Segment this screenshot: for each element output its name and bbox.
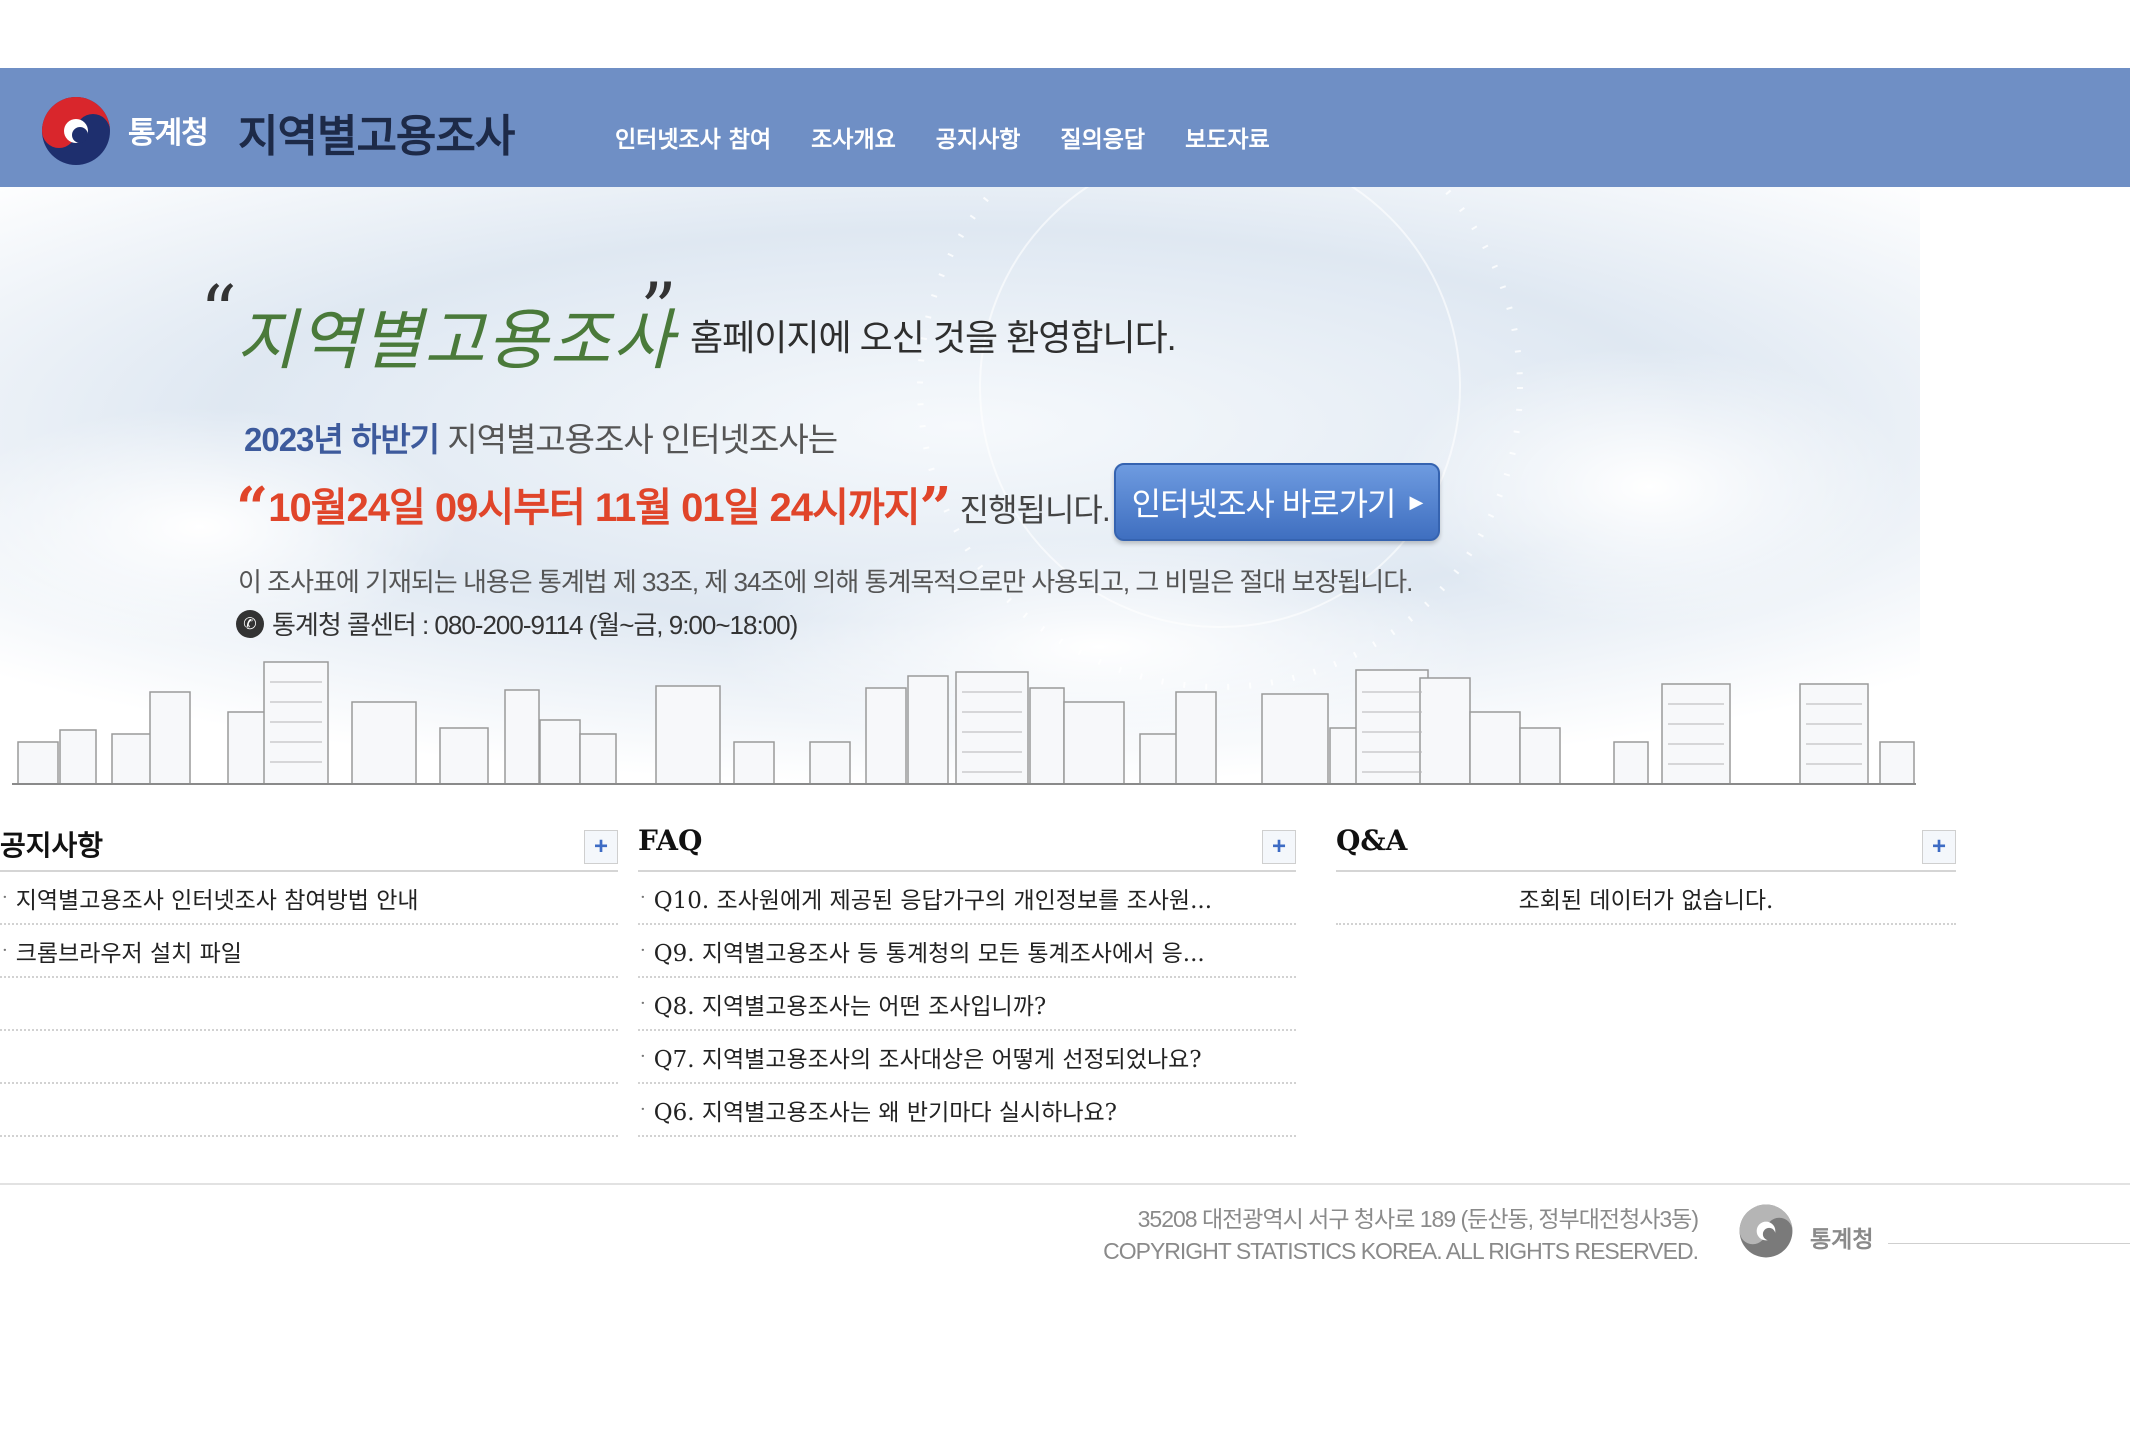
plus-icon: + <box>593 833 608 860</box>
notice-link[interactable]: 지역별고용조사 인터넷조사 참여방법 안내 <box>16 881 419 915</box>
bullet-icon: · <box>640 1099 646 1120</box>
nav-overview[interactable]: 조사개요 <box>811 120 896 154</box>
phone-icon: ✆ <box>236 609 264 638</box>
list-item-empty <box>0 978 618 1031</box>
notice-link[interactable]: 크롬브라우저 설치 파일 <box>16 934 242 968</box>
plus-icon: + <box>1271 833 1286 860</box>
notice-board-header: 공지사항 + <box>0 814 618 872</box>
nav-internet-survey[interactable]: 인터넷조사 참여 <box>615 120 771 154</box>
faq-board: FAQ + · Q10. 조사원에게 제공된 응답가구의 개인정보를 조사원...… <box>638 814 1296 1137</box>
faq-link[interactable]: Q9. 지역별고용조사 등 통계청의 모든 통계조사에서 응... <box>654 934 1205 968</box>
list-item-empty <box>0 1031 618 1084</box>
period-suffix: 진행됩니다. <box>959 492 1111 528</box>
qna-more-button[interactable]: + <box>1922 830 1956 864</box>
list-item: · Q7. 지역별고용조사의 조사대상은 어떻게 선정되었나요? <box>638 1031 1296 1084</box>
callcenter-text: 통계청 콜센터 : 080-200-9114 (월~금, 9:00~18:00) <box>272 610 798 640</box>
footer-org-name: 통계청 <box>1810 1226 1874 1252</box>
faq-link[interactable]: Q7. 지역별고용조사의 조사대상은 어떻게 선정되었나요? <box>654 1040 1202 1074</box>
qna-board-header: Q&A + <box>1336 814 1956 872</box>
list-item: · 지역별고용조사 인터넷조사 참여방법 안내 <box>0 872 618 925</box>
list-item-empty <box>0 1084 618 1137</box>
list-item: · 크롬브라우저 설치 파일 <box>0 925 618 978</box>
plus-icon: + <box>1931 833 1946 860</box>
main-banner: “ 지역별고용조사 ” 홈페이지에 오신 것을 환영합니다. 2023년 하반기… <box>0 187 1920 785</box>
faq-list: · Q10. 조사원에게 제공된 응답가구의 개인정보를 조사원... · Q9. … <box>638 872 1296 1137</box>
confidentiality-notice: 이 조사표에 기재되는 내용은 통계법 제 33조, 제 34조에 의해 통계목… <box>238 567 1413 597</box>
footer-address: 35208 대전광역시 서구 청사로 189 (둔산동, 정부대전청사3동) <box>1137 1206 1699 1232</box>
bullet-icon: · <box>640 993 646 1014</box>
faq-link[interactable]: Q10. 조사원에게 제공된 응답가구의 개인정보를 조사원... <box>654 881 1212 915</box>
list-item: · Q9. 지역별고용조사 등 통계청의 모든 통계조사에서 응... <box>638 925 1296 978</box>
nav-qna[interactable]: 질의응답 <box>1060 120 1145 154</box>
notice-list: · 지역별고용조사 인터넷조사 참여방법 안내 · 크롬브라우저 설치 파일 <box>0 872 618 1137</box>
internet-survey-button[interactable]: 인터넷조사 바로가기 ▶ <box>1114 463 1440 541</box>
faq-link[interactable]: Q8. 지역별고용조사는 어떤 조사입니까? <box>654 987 1046 1021</box>
main-nav: 인터넷조사 참여 조사개요 공지사항 질의응답 보도자료 <box>615 120 1310 154</box>
faq-more-button[interactable]: + <box>1262 830 1296 864</box>
bullet-icon: · <box>2 887 8 908</box>
survey-period-dates: “10월24일 09시부터 11월 01일 24시까지” 진행됩니다. <box>236 475 1111 541</box>
list-item: · Q10. 조사원에게 제공된 응답가구의 개인정보를 조사원... <box>638 872 1296 925</box>
site-title[interactable]: 지역별고용조사 <box>238 100 515 164</box>
bullet-icon: · <box>640 940 646 961</box>
bullet-icon: · <box>640 1046 646 1067</box>
nav-press[interactable]: 보도자료 <box>1185 120 1270 154</box>
period-dates: 10월24일 09시부터 11월 01일 24시까지 <box>268 486 920 530</box>
list-item: · Q6. 지역별고용조사는 왜 반기마다 실시하나요? <box>638 1084 1296 1137</box>
notice-board: 공지사항 + · 지역별고용조사 인터넷조사 참여방법 안내 · 크롬브라우저 설치… <box>0 814 618 1137</box>
arrow-right-icon: ▶ <box>1409 491 1424 512</box>
taeguk-logo-icon[interactable] <box>40 95 112 167</box>
internet-survey-button-label: 인터넷조사 바로가기 <box>1131 486 1397 522</box>
footer-copyright: COPYRIGHT STATISTICS KOREA. ALL RIGHTS R… <box>1103 1238 1699 1264</box>
faq-link[interactable]: Q6. 지역별고용조사는 왜 반기마다 실시하나요? <box>654 1093 1117 1127</box>
welcome-close-quote: ” <box>640 267 677 351</box>
survey-period-heading: 2023년 하반기 지역별고용조사 인터넷조사는 <box>244 413 838 461</box>
nav-notice[interactable]: 공지사항 <box>936 120 1021 154</box>
period-description: 지역별고용조사 인터넷조사는 <box>447 421 838 458</box>
welcome-brand: 지역별고용조사 <box>236 302 676 379</box>
qna-list: 조회된 데이터가 없습니다. <box>1336 872 1956 925</box>
org-name[interactable]: 통계청 <box>128 108 209 152</box>
callcenter-info: ✆ 통계청 콜센터 : 080-200-9114 (월~금, 9:00~18:0… <box>236 605 798 642</box>
faq-board-title: FAQ <box>638 824 703 857</box>
notice-board-title: 공지사항 <box>0 829 104 862</box>
bullet-icon: · <box>640 887 646 908</box>
qna-board-title: Q&A <box>1336 824 1408 857</box>
qna-board: Q&A + 조회된 데이터가 없습니다. <box>1336 814 1956 925</box>
period-year: 2023년 <box>244 421 344 458</box>
site-header: 통계청 지역별고용조사 인터넷조사 참여 조사개요 공지사항 질의응답 보도자료 <box>0 68 2130 187</box>
footer-divider <box>0 1183 2130 1185</box>
bullet-icon: · <box>2 940 8 961</box>
city-skyline-illustration <box>12 661 1916 785</box>
footer-address-block: 35208 대전광역시 서구 청사로 189 (둔산동, 정부대전청사3동) C… <box>1103 1203 1699 1267</box>
period-half: 하반기 <box>350 421 440 458</box>
welcome-open-quote: “ <box>200 270 237 354</box>
footer-rule <box>1888 1243 2130 1244</box>
welcome-text: 홈페이지에 오신 것을 환영합니다. <box>690 317 1177 358</box>
notice-more-button[interactable]: + <box>584 830 618 864</box>
taeguk-logo-icon <box>1739 1204 1793 1258</box>
date-open-quote: “ <box>236 475 269 541</box>
list-item: · Q8. 지역별고용조사는 어떤 조사입니까? <box>638 978 1296 1031</box>
date-close-quote: ” <box>919 475 952 541</box>
faq-board-header: FAQ + <box>638 814 1296 872</box>
empty-message: 조회된 데이터가 없습니다. <box>1336 872 1956 925</box>
